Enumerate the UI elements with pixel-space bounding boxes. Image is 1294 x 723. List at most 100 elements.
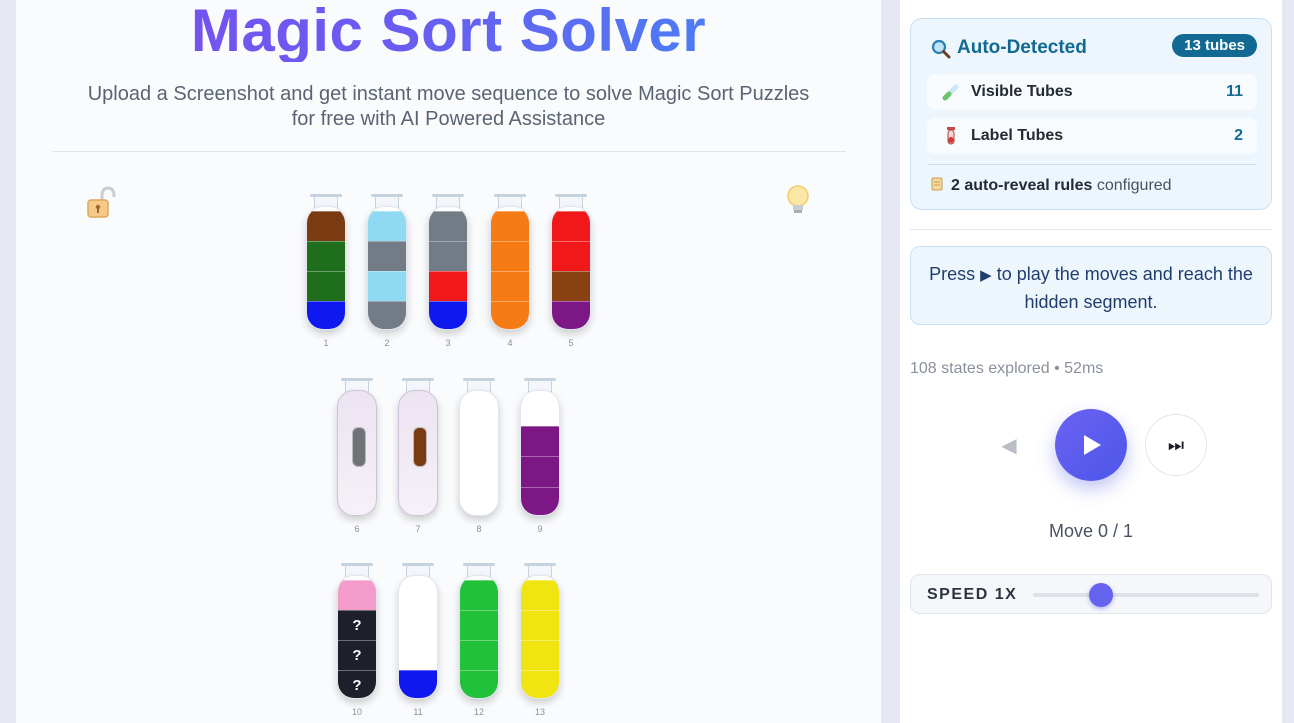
auto-detected-title: Auto-Detected <box>957 37 1087 58</box>
step-back-icon: ◀ <box>1001 434 1017 457</box>
tube-number: 8 <box>476 524 482 534</box>
label-tubes-row: Label Tubes 2 <box>927 118 1257 154</box>
liquid-segment <box>399 670 437 698</box>
auto-detected-panel: Auto-Detected 13 tubes Visible Tubes 11 … <box>910 18 1272 210</box>
tube-number: 5 <box>568 338 574 348</box>
hidden-segment-preview <box>352 427 366 467</box>
visible-tubes-value: 11 <box>1226 83 1243 100</box>
tube-body <box>551 206 591 330</box>
tube-lip <box>310 194 342 197</box>
play-triangle-icon: ▶ <box>980 267 992 284</box>
tube-body <box>428 206 468 330</box>
tube-number: 6 <box>354 524 360 534</box>
tube-number: 9 <box>537 524 543 534</box>
tube-body <box>520 575 560 699</box>
divider <box>927 164 1257 165</box>
tube-body <box>459 575 499 699</box>
magnifier-icon <box>931 39 951 59</box>
lightbulb-icon[interactable] <box>786 184 810 218</box>
tube-number: 7 <box>415 524 421 534</box>
move-counter: Move 0 / 1 <box>1048 521 1134 541</box>
liquid-segment <box>429 241 467 271</box>
liquid-segment <box>307 211 345 241</box>
tube-lip <box>463 378 495 381</box>
speed-slider-thumb[interactable] <box>1088 583 1113 607</box>
tube-lip <box>524 563 556 566</box>
tube-body <box>520 390 560 516</box>
liquid-segment <box>491 241 529 271</box>
tube-number: 13 <box>534 707 545 717</box>
reveal-rules-count: 2 auto-reveal rules <box>951 177 1093 194</box>
play-icon <box>1084 435 1101 455</box>
tube-number: 4 <box>507 338 513 348</box>
liquid-segment <box>491 211 529 241</box>
liquid-segment <box>368 241 406 271</box>
liquid-segment <box>521 640 559 670</box>
liquid-segment <box>521 456 559 487</box>
unknown-segment: ? <box>338 640 376 670</box>
tube-lip <box>341 378 373 381</box>
reveal-rules-suffix: configured <box>1096 177 1172 194</box>
main-panel: Magic Sort Solver Upload a Screenshot an… <box>16 0 881 723</box>
liquid-segment <box>491 301 529 329</box>
liquid-segment <box>307 241 345 271</box>
solver-stats: 108 states explored • 52ms <box>910 360 1104 377</box>
skip-forward-icon: ⏭ <box>1167 434 1185 455</box>
play-button[interactable] <box>1055 409 1127 481</box>
tube-count-badge: 13 tubes <box>1172 34 1257 57</box>
tube-number: 10 <box>351 707 362 717</box>
liquid-segment <box>552 211 590 241</box>
speed-slider-track[interactable] <box>1033 593 1259 597</box>
speed-control: SPEED 1X <box>910 574 1272 614</box>
liquid-segment <box>307 301 345 329</box>
tube-lip <box>463 563 495 566</box>
tube-lip <box>402 378 434 381</box>
speed-label: SPEED 1X <box>927 586 1018 603</box>
page-title: Magic Sort Solver <box>16 0 881 62</box>
previous-move-button[interactable]: ◀ <box>995 430 1023 460</box>
liquid-segment <box>368 211 406 241</box>
liquid-segment <box>521 425 559 456</box>
liquid-segment <box>521 610 559 640</box>
tube-body <box>398 390 438 516</box>
tube-body <box>306 206 346 330</box>
tube-body: ??? <box>337 575 377 699</box>
hidden-segment-preview <box>413 427 427 467</box>
scroll-icon <box>929 176 945 192</box>
test-tube-icon <box>941 82 961 102</box>
liquid-segment <box>368 301 406 329</box>
label-tubes-label: Label Tubes <box>971 127 1064 144</box>
divider <box>910 229 1272 230</box>
page-subtitle: Upload a Screenshot and get instant move… <box>87 83 810 130</box>
liquid-segment <box>429 271 467 301</box>
tube-lip <box>341 563 373 566</box>
tube-number: 12 <box>473 707 484 717</box>
tube-lip <box>494 194 526 197</box>
tube-body <box>490 206 530 330</box>
skip-to-end-button[interactable]: ⏭ <box>1145 414 1207 476</box>
visible-tubes-label: Visible Tubes <box>971 83 1073 100</box>
label-tubes-value: 2 <box>1234 127 1243 144</box>
reveal-rules-text: 2 auto-reveal rules configured <box>929 176 1172 195</box>
liquid-segment <box>552 271 590 301</box>
visible-tubes-row: Visible Tubes 11 <box>927 74 1257 110</box>
tube-lip <box>555 194 587 197</box>
tube-body <box>459 390 499 516</box>
label-tube-icon <box>941 126 961 146</box>
tube-number: 11 <box>413 707 423 717</box>
liquid-segment <box>521 486 559 515</box>
liquid-segment <box>460 610 498 640</box>
liquid-segment <box>429 301 467 329</box>
liquid-segment <box>460 670 498 698</box>
tube-number: 3 <box>445 338 451 348</box>
tube-lip <box>371 194 403 197</box>
liquid-segment <box>338 580 376 610</box>
liquid-segment <box>307 271 345 301</box>
divider <box>52 151 846 152</box>
play-hint-box: Press ▶ to play the moves and reach the … <box>910 246 1272 325</box>
unlocked-padlock-icon[interactable] <box>86 186 116 220</box>
liquid-segment <box>552 301 590 329</box>
solver-sidebar: Auto-Detected 13 tubes Visible Tubes 11 … <box>900 0 1282 723</box>
hint-suffix: to play the moves and reach the hidden s… <box>996 264 1253 312</box>
liquid-segment <box>460 580 498 610</box>
